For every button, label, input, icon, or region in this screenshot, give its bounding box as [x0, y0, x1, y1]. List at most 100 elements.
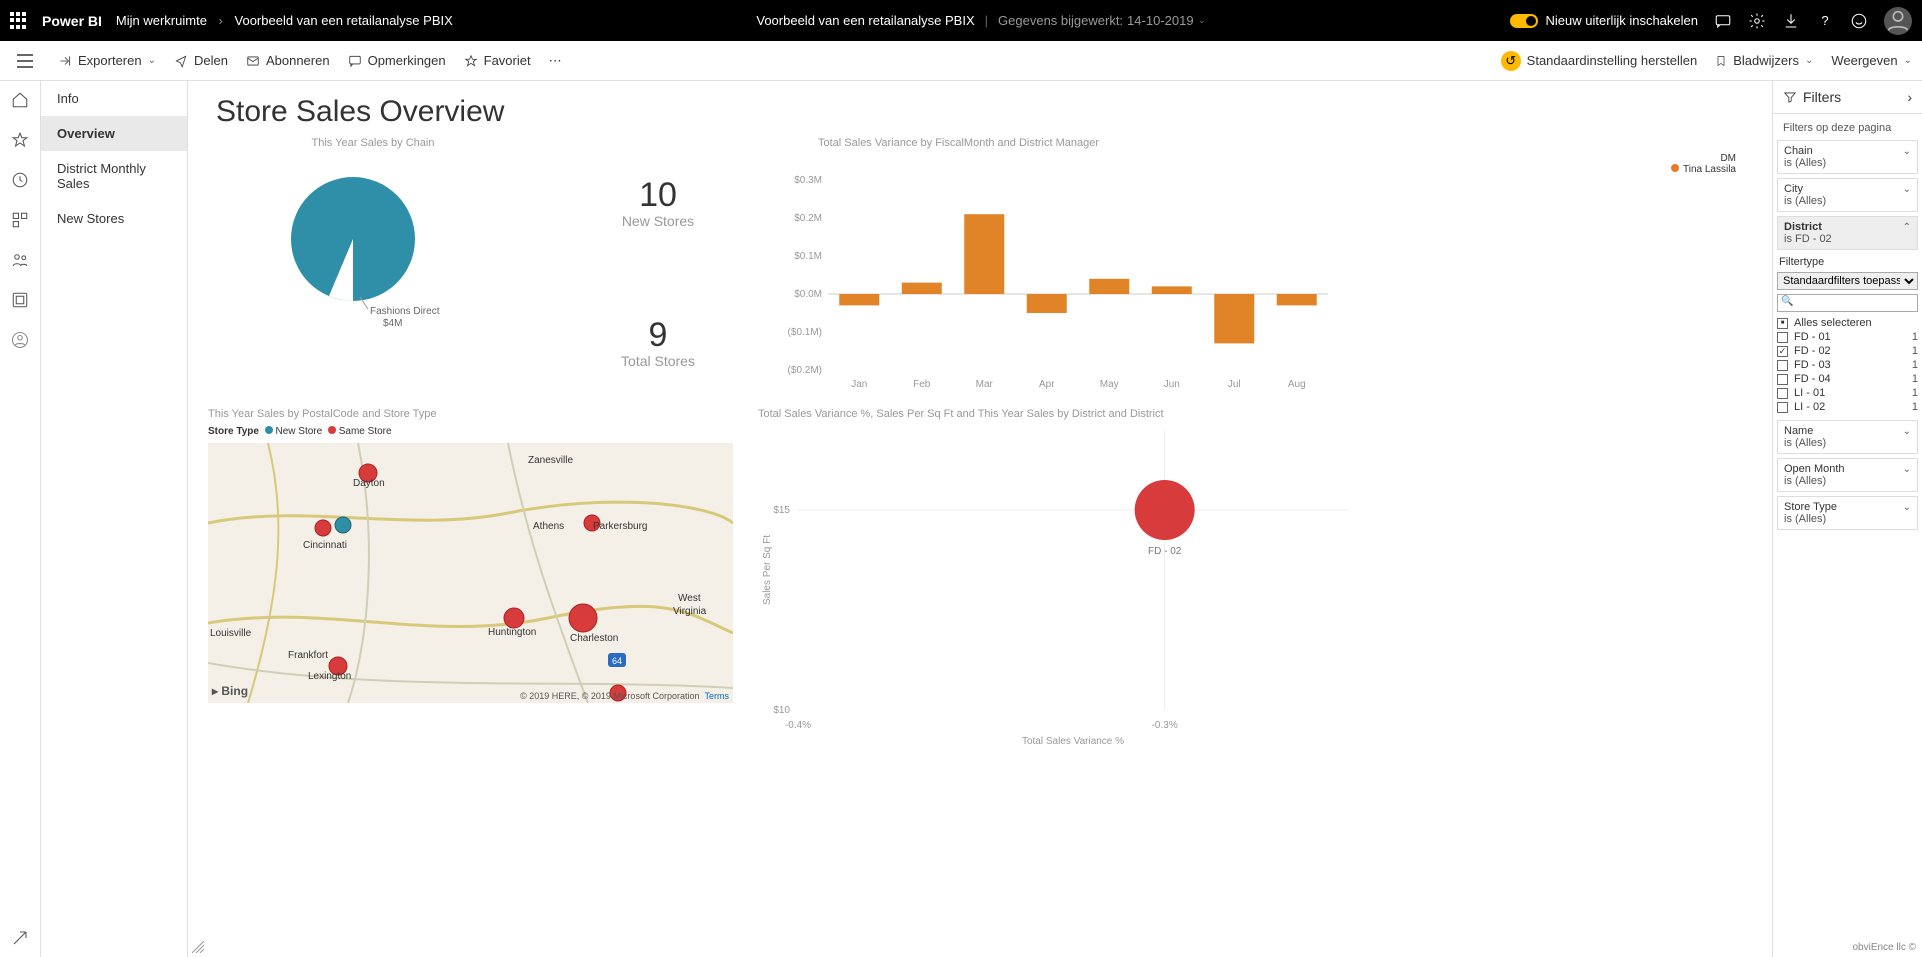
expand-pane-icon[interactable]: › [1907, 89, 1912, 105]
workspaces-icon[interactable] [11, 291, 29, 309]
checkbox-icon [1777, 374, 1788, 385]
view-button[interactable]: Weergeven⌄ [1831, 53, 1912, 68]
chevron-down-icon: ⌄ [1904, 55, 1912, 66]
card-new-stores[interactable]: 10 New Stores [622, 176, 694, 229]
filter-option[interactable]: FD - 031 [1777, 358, 1918, 372]
svg-text:-0.4%: -0.4% [785, 720, 811, 731]
svg-text:($0.1M): ($0.1M) [788, 327, 822, 338]
map-point-same[interactable] [504, 608, 524, 628]
breadcrumb-workspace[interactable]: Mijn werkruimte [116, 13, 207, 28]
header-actions: Nieuw uiterlijk inschakelen ? [1510, 7, 1912, 35]
more-icon[interactable]: ⋯ [549, 53, 562, 69]
filter-card-store-type[interactable]: Store Type⌄ is (Alles) [1777, 496, 1918, 530]
card-total-stores[interactable]: 9 Total Stores [621, 316, 695, 369]
filter-card-open-month[interactable]: Open Month⌄ is (Alles) [1777, 458, 1918, 492]
filter-card-name[interactable]: Name⌄ is (Alles) [1777, 420, 1918, 454]
filter-option[interactable]: FD - 041 [1777, 372, 1918, 386]
filter-search-input[interactable] [1777, 294, 1918, 312]
map-point-same[interactable] [569, 604, 597, 632]
cards-block: 10 New Stores 9 Total Stores [548, 137, 768, 398]
shared-icon[interactable] [11, 251, 29, 269]
apps-icon[interactable] [11, 211, 29, 229]
page-nav-new-stores[interactable]: New Stores [41, 201, 187, 236]
svg-text:$0.2M: $0.2M [794, 213, 822, 224]
new-look-toggle[interactable]: Nieuw uiterlijk inschakelen [1510, 13, 1698, 28]
map-point-same[interactable] [359, 464, 377, 482]
download-icon[interactable] [1782, 12, 1800, 30]
app-launcher-icon[interactable] [10, 12, 28, 30]
svg-text:$0.3M: $0.3M [794, 175, 822, 186]
subscribe-button[interactable]: Abonneren [246, 53, 330, 68]
checkbox-icon [1777, 402, 1788, 413]
expand-icon[interactable] [11, 929, 29, 947]
donut-visual[interactable]: This Year Sales by Chain Fashions Direct… [208, 137, 538, 398]
my-workspace-avatar-icon[interactable] [11, 331, 29, 349]
share-button[interactable]: Delen [174, 53, 228, 68]
hamburger-icon[interactable] [17, 54, 33, 68]
filters-pane: Filters › Filters op deze pagina Chain⌄ … [1772, 81, 1922, 957]
help-icon[interactable]: ? [1816, 12, 1834, 30]
bookmarks-button[interactable]: Bladwijzers⌄ [1715, 53, 1813, 68]
report-title-header: Voorbeeld van een retailanalyse PBIX [756, 13, 974, 28]
map-point-same[interactable] [584, 515, 600, 531]
svg-text:$10: $10 [773, 705, 790, 716]
breadcrumb-report[interactable]: Voorbeeld van een retailanalyse PBIX [235, 13, 453, 28]
recent-icon[interactable] [11, 171, 29, 189]
svg-text:Jan: Jan [851, 379, 867, 390]
svg-text:$15: $15 [773, 505, 790, 516]
favorites-icon[interactable] [11, 131, 29, 149]
svg-text:($0.2M): ($0.2M) [788, 365, 822, 376]
filter-option[interactable]: LI - 011 [1777, 386, 1918, 400]
feedback-icon[interactable] [1850, 12, 1868, 30]
filter-option[interactable]: FD - 011 [1777, 330, 1918, 344]
checkbox-icon [1777, 318, 1788, 329]
filter-card-chain[interactable]: Chain⌄ is (Alles) [1777, 140, 1918, 174]
svg-text:Jun: Jun [1164, 379, 1180, 390]
filtertype-select[interactable]: Standaardfilters toepassen [1777, 272, 1918, 290]
svg-text:64: 64 [612, 656, 622, 666]
filter-icon [1783, 90, 1797, 104]
checkbox-icon [1777, 388, 1788, 399]
filter-option-select-all[interactable]: Alles selecteren [1777, 316, 1918, 330]
svg-text:Apr: Apr [1039, 379, 1055, 390]
home-icon[interactable] [11, 91, 29, 109]
map-point-new[interactable] [335, 517, 351, 533]
comments-button[interactable]: Opmerkingen [348, 53, 446, 68]
scatter-visual[interactable]: Total Sales Variance %, Sales Per Sq Ft … [758, 408, 1752, 753]
map-visual[interactable]: This Year Sales by PostalCode and Store … [208, 408, 738, 753]
breadcrumb: Mijn werkruimte › Voorbeeld van een reta… [116, 13, 453, 28]
page-title: Store Sales Overview [216, 95, 1752, 129]
map-terms-link[interactable]: Terms [705, 691, 730, 701]
bar-chart-visual[interactable]: Total Sales Variance by FiscalMonth and … [778, 137, 1752, 398]
filter-card-district[interactable]: District⌃ is FD - 02 [1777, 216, 1918, 250]
settings-icon[interactable] [1748, 12, 1766, 30]
map-point-same[interactable] [315, 520, 331, 536]
svg-text:$0.0M: $0.0M [794, 289, 822, 300]
report-canvas: Store Sales Overview This Year Sales by … [188, 81, 1772, 957]
svg-text:Mar: Mar [976, 379, 994, 390]
bar-chart-legend: DM Tina Lassila [778, 153, 1752, 175]
reset-default-button[interactable]: ↺ Standaardinstelling herstellen [1501, 51, 1698, 71]
page-nav-info[interactable]: Info [41, 81, 187, 116]
favorite-button[interactable]: Favoriet [464, 53, 531, 68]
search-icon: 🔍 [1781, 296, 1793, 307]
user-avatar[interactable] [1884, 7, 1912, 35]
chat-icon[interactable] [1714, 12, 1732, 30]
donut-label: Fashions Direct [370, 306, 440, 317]
filter-card-city[interactable]: City⌄ is (Alles) [1777, 178, 1918, 212]
filter-option[interactable]: LI - 021 [1777, 400, 1918, 414]
page-nav-district-monthly[interactable]: District Monthly Sales [41, 151, 187, 201]
page-nav-overview[interactable]: Overview [41, 116, 187, 151]
report-toolbar: Exporteren⌄ Delen Abonneren Opmerkingen … [0, 41, 1922, 81]
filter-option[interactable]: FD - 021 [1777, 344, 1918, 358]
map-frame[interactable]: 64 Dayton Cincinnati Frankfort L [208, 443, 733, 703]
chevron-down-icon: ⌄ [1903, 426, 1911, 437]
checkbox-icon [1777, 346, 1788, 357]
scatter-plot: $15$10Sales Per Sq Ft-0.4%-0.3%Total Sal… [758, 420, 1358, 750]
data-updated[interactable]: Gegevens bijgewerkt: 14-10-2019 ⌄ [998, 13, 1206, 28]
resize-handle-icon[interactable] [192, 941, 204, 953]
export-button[interactable]: Exporteren⌄ [58, 53, 156, 68]
map-title: This Year Sales by PostalCode and Store … [208, 408, 738, 420]
donut-title: This Year Sales by Chain [208, 137, 538, 149]
map-point-same[interactable] [329, 657, 347, 675]
